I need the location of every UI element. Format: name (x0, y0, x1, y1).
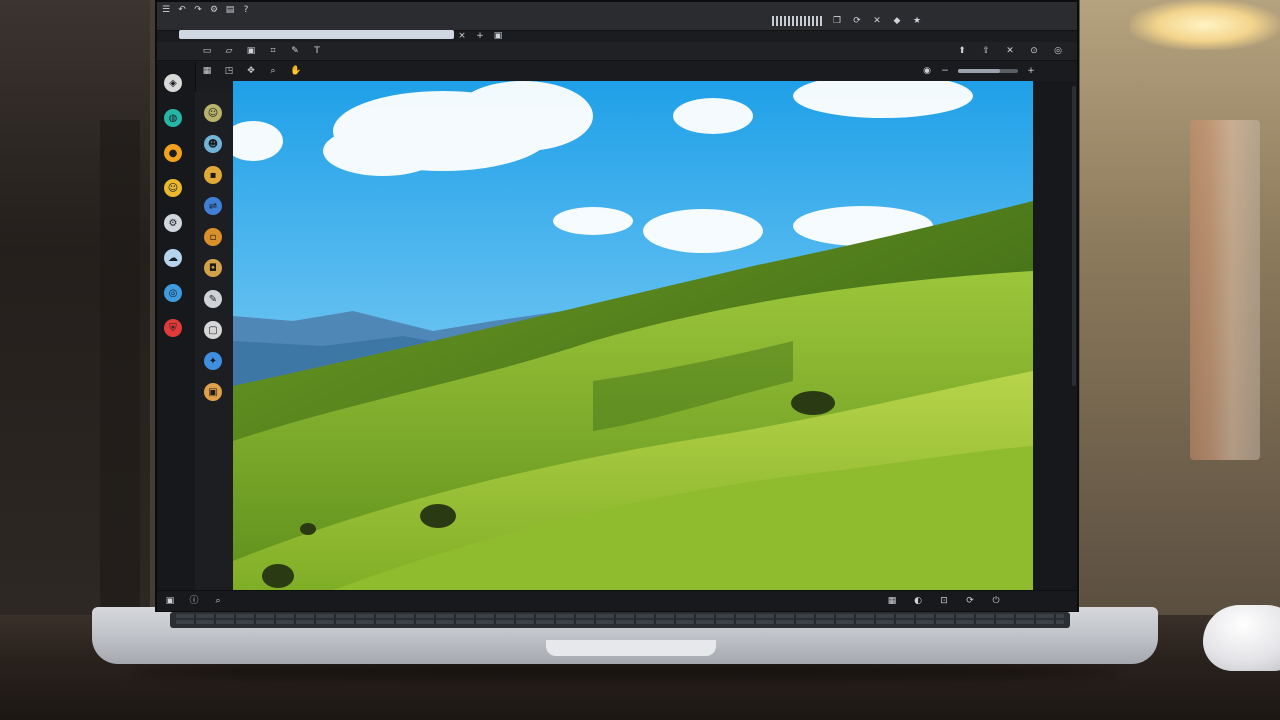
app-dock: ◈ ◍ ● ☺ ⚙ ☁ ◎ ⛨ (157, 62, 196, 590)
brush-icon[interactable]: ✎ (290, 46, 300, 56)
help-icon[interactable]: ? (241, 5, 251, 15)
minimize-icon[interactable]: ⊙ (1029, 46, 1039, 56)
close-icon[interactable]: ◎ (1053, 46, 1063, 56)
laptop-trackpad (546, 640, 716, 656)
redo-icon[interactable]: ↷ (193, 5, 203, 15)
crop-icon[interactable]: ⌗ (268, 46, 278, 56)
grid-icon[interactable]: ▦ (887, 596, 897, 606)
maximize-icon[interactable]: ✕ (1005, 46, 1015, 56)
bag-icon[interactable]: ◘ (204, 259, 222, 277)
pin-icon[interactable]: ⬆ (957, 46, 967, 56)
top-toolbar: ☰ ↶ ↷ ⚙ ▤ ? ❐ ⟳ ✕ ◆ ★ (157, 2, 1077, 31)
star-icon[interactable]: ● (164, 144, 182, 162)
settings-icon[interactable]: ⚙ (164, 214, 182, 232)
secondary-toolbar: ▭ ▱ ▣ ⌗ ✎ T ⬆ ⇪ ✕ ⊙ ◎ (157, 42, 1077, 61)
smile-icon[interactable]: ☺ (164, 179, 182, 197)
layers-icon[interactable]: ▤ (225, 5, 235, 15)
landscape-image (233, 81, 1033, 590)
lock-icon[interactable]: ⊡ (939, 596, 949, 606)
face-icon[interactable]: ☻ (204, 135, 222, 153)
address-bar-actions: × + ▣ (457, 31, 503, 41)
laptop-keyboard (170, 612, 1070, 628)
zoom-in-icon[interactable]: + (1026, 66, 1036, 76)
star-icon[interactable]: ★ (912, 16, 922, 26)
laptop-screen: ☰ ↶ ↷ ⚙ ▤ ? ❐ ⟳ ✕ ◆ ★ × + ▣ ▭ ▱ ▣ ⌗ ✎ T (155, 0, 1079, 612)
shield-icon[interactable]: ⛨ (164, 319, 182, 337)
select-icon[interactable]: ◳ (224, 66, 234, 76)
status-bar: ▣ ⓘ ⌕ ▦ ◐ ⊡ ⟳ ⏻ (157, 590, 1077, 611)
laptop-shadow (130, 663, 1120, 679)
zoom-icon[interactable]: ⌕ (268, 66, 278, 76)
image-icon[interactable]: ▣ (246, 46, 256, 56)
share-icon[interactable]: ⇪ (981, 46, 991, 56)
zoom-slider[interactable] (958, 69, 1018, 73)
layer-icon[interactable]: ▣ (165, 596, 175, 606)
window-icon[interactable]: ❐ (832, 16, 842, 26)
compass-icon[interactable]: ✦ (204, 352, 222, 370)
background-shelf (0, 0, 150, 620)
refresh-icon[interactable]: ⟳ (965, 596, 975, 606)
background-books (1190, 120, 1260, 460)
close-tab-icon[interactable]: × (457, 31, 467, 41)
image-canvas[interactable] (233, 81, 1033, 590)
frame-icon[interactable]: ▢ (204, 321, 222, 339)
app-icon[interactable]: ◈ (164, 74, 182, 92)
folder-icon[interactable]: ▱ (224, 46, 234, 56)
image-icon[interactable]: ▣ (493, 31, 503, 41)
zoom-icon[interactable]: ⌕ (213, 596, 223, 606)
new-tab-icon[interactable]: + (475, 31, 485, 41)
vertical-scrollbar[interactable] (1072, 86, 1076, 386)
cloud-icon[interactable]: ☁ (164, 249, 182, 267)
note-icon[interactable]: ▪ (204, 166, 222, 184)
address-bar-text (179, 30, 454, 39)
text-icon[interactable]: T (312, 46, 322, 56)
zoom-slider-fill (958, 69, 1000, 73)
settings-icon[interactable]: ⚙ (209, 5, 219, 15)
tool-options-bar: ▦ ◳ ✥ ⌕ ✋ ◉ − + (157, 61, 1077, 81)
grid-icon[interactable]: ▦ (202, 66, 212, 76)
zoom-out-icon[interactable]: − (940, 66, 950, 76)
close-icon[interactable]: ✕ (872, 16, 882, 26)
move-icon[interactable]: ✥ (246, 66, 256, 76)
moon-icon[interactable]: ◐ (913, 596, 923, 606)
toolbar-strip (772, 16, 822, 26)
hand-icon[interactable]: ✋ (290, 66, 301, 76)
pen-icon[interactable]: ✎ (204, 290, 222, 308)
toolbar-right: ❐ ⟳ ✕ ◆ ★ (772, 16, 922, 26)
tools-panel: ☺ ☻ ▪ ⇌ ▫ ◘ ✎ ▢ ✦ ▣ (195, 92, 234, 590)
gift-icon[interactable]: ▣ (204, 383, 222, 401)
info-icon[interactable]: ⓘ (189, 596, 199, 606)
menu-icon[interactable]: ☰ (161, 5, 171, 15)
computer-mouse (1203, 605, 1280, 671)
smile-icon[interactable]: ☺ (204, 104, 222, 122)
world-icon[interactable]: ◎ (164, 284, 182, 302)
power-icon[interactable]: ⏻ (991, 596, 1001, 606)
right-panel (1033, 81, 1077, 590)
globe-icon[interactable]: ◍ (164, 109, 182, 127)
share-icon[interactable]: ⇌ (204, 197, 222, 215)
pin-icon[interactable]: ◆ (892, 16, 902, 26)
file-icon[interactable]: ▭ (202, 46, 212, 56)
toolbar-icons: ☰ ↶ ↷ ⚙ ▤ ? (161, 5, 251, 15)
undo-icon[interactable]: ↶ (177, 5, 187, 15)
box-icon[interactable]: ▫ (204, 228, 222, 246)
eye-icon[interactable]: ◉ (922, 66, 932, 76)
refresh-icon[interactable]: ⟳ (852, 16, 862, 26)
background-lamp (1130, 0, 1280, 50)
